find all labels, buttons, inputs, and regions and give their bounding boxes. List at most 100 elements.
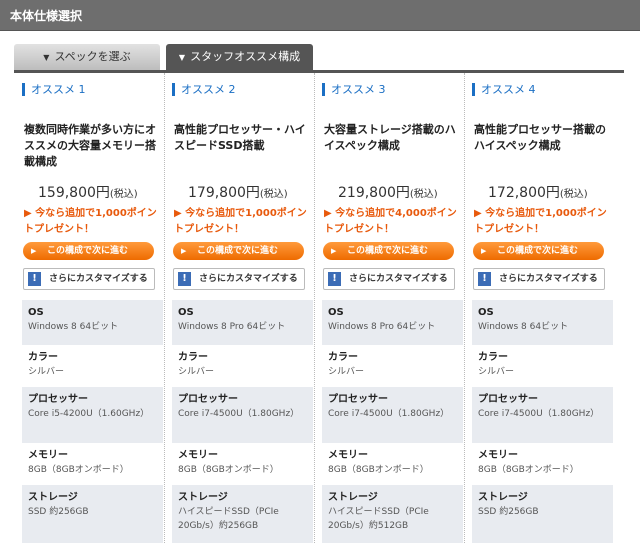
point-promo: ▶ 今なら追加で1,000ポイントプレゼント！ (24, 208, 157, 235)
customize-button[interactable]: ! さらにカスタマイズする (23, 268, 155, 290)
recommend-column-4: オススメ 4 高性能プロセッサー搭載のハイスペック構成 172,800円(税込)… (464, 73, 614, 543)
price-value: 219,800円 (338, 185, 410, 201)
point-promo: ▶ 今なら追加で4,000ポイントプレゼント！ (324, 208, 457, 235)
spec-row-color: カラー シルバー (322, 345, 463, 387)
price-value: 179,800円 (188, 185, 260, 201)
spec-value: 8GB（8GBオンボード） (478, 465, 579, 475)
proceed-button[interactable]: ▶ この構成で次に進む (23, 242, 154, 260)
spec-label: OS (478, 307, 494, 318)
spec-label: OS (178, 307, 194, 318)
recommend-column-2: オススメ 2 高性能プロセッサー・ハイスピードSSD搭載 179,800円(税込… (164, 73, 314, 543)
spec-value: Windows 8 64ビット (28, 322, 119, 332)
spec-row-os: OS Windows 8 Pro 64ビット (172, 300, 313, 345)
play-arrow-icon: ▶ (181, 247, 187, 255)
price: 219,800円(税込) (338, 182, 438, 202)
price-value: 159,800円 (38, 185, 110, 201)
spec-value: Core i7-4500U（1.80GHz） (328, 409, 450, 419)
tab-staff-recommended[interactable]: ▼ スタッフオススメ構成 (166, 44, 313, 70)
spec-row-memory: メモリー 8GB（8GBオンボード） (172, 443, 313, 485)
customize-label: さらにカスタマイズする (199, 274, 298, 284)
recommend-column-1: オススメ 1 複数同時作業が多い方にオススメの大容量メモリー搭載構成 159,8… (14, 73, 164, 543)
tax-label: (税込) (259, 189, 288, 200)
spec-value: 8GB（8GBオンボード） (28, 465, 129, 475)
triangle-down-icon: ▼ (178, 53, 186, 62)
customize-label: さらにカスタマイズする (499, 274, 598, 284)
spec-label: OS (28, 307, 44, 318)
tab-choose-spec[interactable]: ▼ スペックを選ぶ (14, 44, 160, 70)
customize-label: さらにカスタマイズする (49, 274, 148, 284)
section-header: 本体仕様選択 (0, 0, 640, 31)
spec-label: カラー (28, 352, 58, 363)
spec-label: ストレージ (478, 492, 528, 503)
proceed-label: この構成で次に進む (347, 246, 429, 256)
play-arrow-icon: ▶ (31, 247, 37, 255)
play-arrow-icon: ▶ (331, 247, 337, 255)
spec-row-processor: プロセッサー Core i7-4500U（1.80GHz） (172, 387, 313, 443)
spec-label: カラー (478, 352, 508, 363)
recommend-badge: オススメ 4 (472, 83, 536, 96)
spec-value: シルバー (328, 367, 365, 377)
tax-label: (税込) (109, 189, 138, 200)
spec-value: Core i7-4500U（1.80GHz） (178, 409, 300, 419)
spec-label: メモリー (478, 450, 518, 461)
recommend-badge: オススメ 1 (22, 83, 86, 96)
play-arrow-icon: ▶ (481, 247, 487, 255)
spec-value: シルバー (28, 367, 65, 377)
spec-label: メモリー (328, 450, 368, 461)
price: 172,800円(税込) (488, 182, 588, 202)
spec-value: ハイスピードSSD（PCIe 20Gb/s）約512GB (328, 507, 429, 531)
spec-label: メモリー (28, 450, 68, 461)
recommend-badge: オススメ 2 (172, 83, 236, 96)
customize-label: さらにカスタマイズする (349, 274, 448, 284)
promo-text: 今なら追加で1,000ポイントプレゼント！ (474, 208, 607, 235)
spec-label: プロセッサー (178, 394, 238, 405)
spec-row-storage: ストレージハイスピードSSD（PCIe 20Gb/s）約512GB (322, 485, 463, 543)
spec-label: ストレージ (178, 492, 228, 503)
spec-row-memory: メモリー 8GB（8GBオンボード） (22, 443, 163, 485)
config-title: 高性能プロセッサー搭載のハイスペック構成 (474, 123, 606, 152)
tax-label: (税込) (409, 189, 438, 200)
spec-value: SSD 約256GB (478, 507, 539, 517)
proceed-button[interactable]: ▶ この構成で次に進む (173, 242, 304, 260)
triangle-down-icon: ▼ (43, 53, 50, 62)
exclamation-icon: ! (178, 272, 191, 286)
proceed-button[interactable]: ▶ この構成で次に進む (473, 242, 604, 260)
spec-value: Windows 8 Pro 64ビット (328, 322, 436, 332)
spec-label: OS (328, 307, 344, 318)
spec-row-processor: プロセッサー Core i5-4200U（1.60GHz） (22, 387, 163, 443)
promo-text: 今なら追加で1,000ポイントプレゼント！ (24, 208, 157, 235)
config-title: 複数同時作業が多い方にオススメの大容量メモリー搭載構成 (24, 123, 156, 168)
customize-button[interactable]: ! さらにカスタマイズする (173, 268, 305, 290)
spec-label: プロセッサー (28, 394, 88, 405)
spec-label: カラー (328, 352, 358, 363)
spec-value: 8GB（8GBオンボード） (328, 465, 429, 475)
spec-row-processor: プロセッサー Core i7-4500U（1.80GHz） (322, 387, 463, 443)
exclamation-icon: ! (478, 272, 491, 286)
exclamation-icon: ! (328, 272, 341, 286)
customize-button[interactable]: ! さらにカスタマイズする (323, 268, 455, 290)
customize-button[interactable]: ! さらにカスタマイズする (473, 268, 605, 290)
proceed-label: この構成で次に進む (47, 246, 129, 256)
proceed-button[interactable]: ▶ この構成で次に進む (323, 242, 454, 260)
price-value: 172,800円 (488, 185, 560, 201)
spec-value: Core i7-4500U（1.80GHz） (478, 409, 600, 419)
config-title: 高性能プロセッサー・ハイスピードSSD搭載 (174, 123, 306, 152)
spec-label: プロセッサー (328, 394, 388, 405)
promo-text: 今なら追加で4,000ポイントプレゼント！ (324, 208, 457, 235)
spec-row-os: OS Windows 8 64ビット (472, 300, 613, 345)
spec-label: ストレージ (328, 492, 378, 503)
spec-label: メモリー (178, 450, 218, 461)
spec-row-color: カラー シルバー (22, 345, 163, 387)
exclamation-icon: ! (28, 272, 41, 286)
promo-text: 今なら追加で1,000ポイントプレゼント！ (174, 208, 307, 235)
price: 159,800円(税込) (38, 182, 138, 202)
spec-value: Core i5-4200U（1.60GHz） (28, 409, 150, 419)
point-promo: ▶ 今なら追加で1,000ポイントプレゼント！ (474, 208, 607, 235)
point-promo: ▶ 今なら追加で1,000ポイントプレゼント！ (174, 208, 307, 235)
tab-label: スペックを選ぶ (54, 50, 131, 63)
price: 179,800円(税込) (188, 182, 288, 202)
spec-row-color: カラー シルバー (472, 345, 613, 387)
spec-label: プロセッサー (478, 394, 538, 405)
spec-row-memory: メモリー 8GB（8GBオンボード） (472, 443, 613, 485)
spec-row-memory: メモリー 8GB（8GBオンボード） (322, 443, 463, 485)
